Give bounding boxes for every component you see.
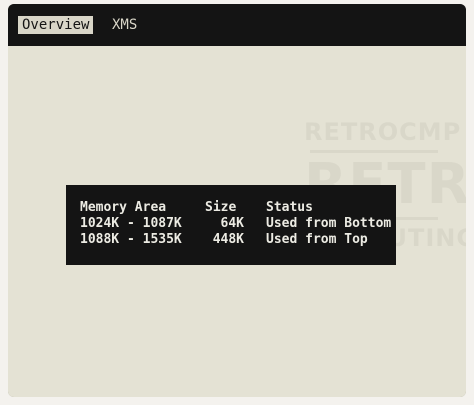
header-size: Size [205,200,237,215]
cell-size: 448K [212,232,244,247]
table-row: 1024K - 1087K 64K Used from Bottom [66,216,396,232]
cell-size: 64K [220,216,244,231]
photo-frame: Overview XMS RETROCMP RETRO COMPUTING Me… [0,0,474,405]
cell-memory-area: 1088K - 1535K [80,232,182,247]
table-header-row: Memory Area Size Status [66,200,396,216]
cell-status: Used from Top [266,232,368,247]
menu-bar: Overview XMS [8,4,466,46]
table-row: 1088K - 1535K 448K Used from Top [66,232,396,248]
tab-overview[interactable]: Overview [18,16,94,34]
cell-memory-area: 1024K - 1087K [80,216,182,231]
header-memory-area: Memory Area [80,200,167,215]
watermark-line-1: RETROCMP [304,118,462,146]
cell-status: Used from Bottom [266,216,392,231]
crt-screen: Overview XMS RETROCMP RETRO COMPUTING Me… [8,4,466,397]
watermark-rule [310,150,438,153]
content-area: RETROCMP RETRO COMPUTING Memory Area Siz… [8,46,466,397]
tab-xms[interactable]: XMS [108,16,141,34]
memory-info-box: Memory Area Size Status 1024K - 1087K 64… [66,185,396,265]
header-status: Status [266,200,313,215]
